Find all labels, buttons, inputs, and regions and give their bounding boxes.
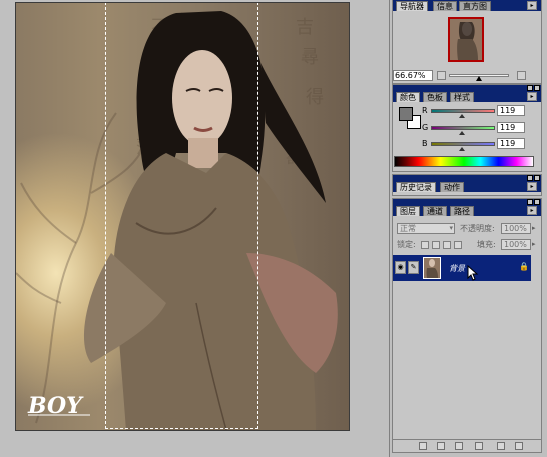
history-menu-button[interactable]: ▸	[527, 182, 537, 191]
green-slider-thumb[interactable]	[459, 131, 465, 135]
layers-footer	[393, 439, 541, 452]
color-ramp[interactable]	[394, 156, 534, 167]
tab-color[interactable]: 颜色	[396, 92, 420, 102]
red-channel-slider[interactable]	[431, 109, 495, 113]
blend-mode-select[interactable]: 正常 ▾	[397, 223, 455, 234]
tab-styles[interactable]: 样式	[450, 92, 474, 102]
tab-histogram[interactable]: 直方图	[459, 1, 491, 11]
layer-thumbnail	[423, 257, 441, 279]
fill-label: 填充:	[477, 240, 496, 249]
zoom-out-icon[interactable]	[437, 71, 446, 80]
chevron-down-icon: ▾	[449, 224, 453, 232]
document-canvas[interactable]: 不苦茶 吉尋得 薄誌壽 BOY	[15, 2, 350, 431]
lock-transparency-icon[interactable]	[421, 241, 429, 249]
history-panel: 历史记录 动作 ▸	[392, 174, 542, 196]
tab-info[interactable]: 信息	[433, 1, 457, 11]
color-menu-button[interactable]: ▸	[527, 92, 537, 101]
zoom-slider-thumb[interactable]	[476, 76, 482, 81]
layer-name[interactable]: 背景	[449, 263, 465, 274]
layers-panel: 图层 通道 路径 ▸ 正常 ▾ 不透明度: 100% ▸ 锁定: 填充: 100…	[392, 198, 542, 453]
canvas-area[interactable]: 不苦茶 吉尋得 薄誌壽 BOY	[0, 0, 389, 457]
boy-logo: BOY	[26, 385, 96, 419]
panel-column: 导航器 信息 直方图 ▸ 66.67% 颜色 色板 样式 ▸ R 119 G 1…	[389, 0, 547, 457]
chevron-right-icon[interactable]: ▸	[532, 240, 536, 248]
layer-style-icon[interactable]	[419, 442, 427, 450]
svg-text:BOY: BOY	[27, 393, 84, 417]
green-value-field[interactable]: 119	[497, 122, 525, 133]
new-set-icon[interactable]	[455, 442, 463, 450]
navigator-tabbar: 导航器 信息 直方图 ▸	[393, 0, 541, 11]
tab-layers[interactable]: 图层	[396, 206, 420, 216]
green-channel-slider[interactable]	[431, 126, 495, 130]
lock-all-icon[interactable]	[454, 241, 462, 249]
tab-paths[interactable]: 路径	[450, 206, 474, 216]
layers-tabbar: 图层 通道 路径 ▸	[393, 205, 541, 216]
blue-channel-label: B	[422, 139, 428, 148]
foreground-color-swatch[interactable]	[399, 107, 413, 121]
lock-icon: 🔒	[519, 262, 529, 271]
layer-row-background[interactable]: ◉ ✎ 背景 🔒	[393, 255, 531, 281]
fill-field[interactable]: 100%	[501, 239, 531, 250]
blue-value-field[interactable]: 119	[497, 138, 525, 149]
tab-history[interactable]: 历史记录	[396, 182, 436, 192]
selection-marquee[interactable]	[105, 3, 258, 429]
navigator-panel: 导航器 信息 直方图 ▸ 66.67%	[392, 0, 542, 84]
opacity-field[interactable]: 100%	[501, 223, 531, 234]
navigator-menu-button[interactable]: ▸	[527, 1, 537, 10]
opacity-label: 不透明度:	[460, 224, 495, 233]
adjustment-layer-icon[interactable]	[475, 442, 483, 450]
lock-position-icon[interactable]	[443, 241, 451, 249]
layers-menu-button[interactable]: ▸	[527, 206, 537, 215]
history-tabbar: 历史记录 动作 ▸	[393, 181, 541, 192]
brush-icon[interactable]: ✎	[408, 261, 419, 274]
tab-navigator[interactable]: 导航器	[396, 1, 428, 11]
svg-text:吉: 吉	[296, 17, 314, 38]
svg-text:得: 得	[306, 87, 324, 108]
tab-channels[interactable]: 通道	[423, 206, 447, 216]
green-channel-label: G	[422, 123, 429, 132]
blue-channel-slider[interactable]	[431, 142, 495, 146]
new-layer-icon[interactable]	[497, 442, 505, 450]
add-mask-icon[interactable]	[437, 442, 445, 450]
svg-text:尋: 尋	[301, 47, 319, 68]
zoom-level-field[interactable]: 66.67%	[393, 70, 433, 81]
color-tabbar: 颜色 色板 样式 ▸	[393, 91, 541, 102]
red-channel-label: R	[422, 106, 428, 115]
red-slider-thumb[interactable]	[459, 114, 465, 118]
visibility-eye-icon[interactable]: ◉	[395, 261, 406, 274]
navigator-thumbnail[interactable]	[448, 17, 484, 62]
chevron-right-icon[interactable]: ▸	[532, 224, 536, 232]
zoom-in-icon[interactable]	[517, 71, 526, 80]
lock-label: 锁定:	[397, 240, 416, 249]
lock-image-icon[interactable]	[432, 241, 440, 249]
mouse-cursor	[467, 265, 479, 281]
blue-slider-thumb[interactable]	[459, 147, 465, 151]
tab-actions[interactable]: 动作	[440, 182, 464, 192]
tab-swatches[interactable]: 色板	[423, 92, 447, 102]
trash-icon[interactable]	[515, 442, 523, 450]
red-value-field[interactable]: 119	[497, 105, 525, 116]
